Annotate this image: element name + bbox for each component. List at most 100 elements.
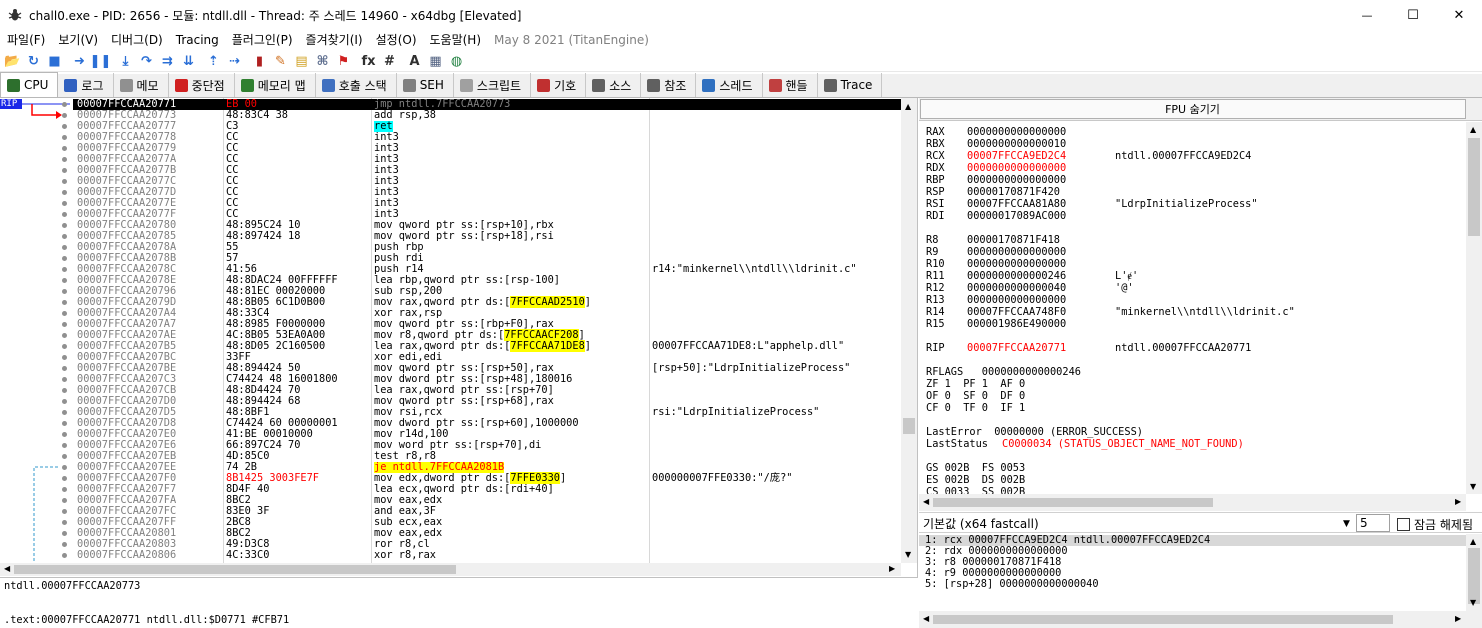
disasm-row[interactable]: 00007FFCCAA2077A CC int3 xyxy=(73,154,901,165)
disasm-row[interactable]: 00007FFCCAA20785 48:897424 18 mov qword pt… xyxy=(73,231,901,242)
breakpoint-dot[interactable] xyxy=(62,542,67,547)
tab-source[interactable]: 소스 xyxy=(586,73,642,97)
trace-over-button[interactable]: ⇊ xyxy=(178,51,199,71)
breakpoint-dot[interactable] xyxy=(62,124,67,129)
breakpoint-dot[interactable] xyxy=(62,465,67,470)
tab-breakpoints[interactable]: 중단점 xyxy=(169,73,235,97)
restart-button[interactable]: ↻ xyxy=(23,51,44,71)
flags-line[interactable]: CF 0 TF 0 IF 1 xyxy=(926,402,1025,414)
trace-into-button[interactable]: ⇉ xyxy=(157,51,178,71)
breakpoint-dot[interactable] xyxy=(62,553,67,558)
breakpoint-dot[interactable] xyxy=(62,113,67,118)
tab-script[interactable]: 스크립트 xyxy=(454,73,532,97)
register-value[interactable]: 00000170871F420 xyxy=(967,186,1060,198)
disasm-row[interactable]: 00007FFCCAA2077C CC int3 xyxy=(73,176,901,187)
register-value[interactable]: 0000000000000000 xyxy=(967,246,1066,258)
breakpoint-dot[interactable] xyxy=(62,201,67,206)
minimize-button[interactable]: — xyxy=(1344,0,1390,30)
disasm-row[interactable]: 00007FFCCAA20778 CC int3 xyxy=(73,132,901,143)
patch-button[interactable]: ✎ xyxy=(270,51,291,71)
close-button[interactable]: ✕ xyxy=(1436,0,1482,30)
hide-fpu-button[interactable]: FPU 숨기기 xyxy=(919,99,1466,119)
disasm-row[interactable]: 00007FFCCAA20801 8BC2 mov eax,edx xyxy=(73,528,901,539)
register-value[interactable]: 0000000000000000 xyxy=(967,126,1066,138)
breakpoint-dot[interactable] xyxy=(62,256,67,261)
breakpoint-dot[interactable] xyxy=(62,421,67,426)
labels-button[interactable]: ⌘ xyxy=(312,51,333,71)
disassembly-gutter[interactable]: RIP xyxy=(0,98,73,563)
menu-debug[interactable]: 디버그(D) xyxy=(106,30,171,50)
memory-button[interactable]: ▮ xyxy=(249,51,270,71)
register-value[interactable]: 00007FFCCA9ED2C4 xyxy=(967,150,1066,162)
breakpoint-dot[interactable] xyxy=(62,146,67,151)
breakpoint-dot[interactable] xyxy=(62,135,67,140)
register-value[interactable]: 0000000000000000 xyxy=(967,258,1066,270)
breakpoint-dot[interactable] xyxy=(62,311,67,316)
breakpoint-dot[interactable] xyxy=(62,399,67,404)
breakpoint-dot[interactable] xyxy=(62,190,67,195)
breakpoint-dot[interactable] xyxy=(62,498,67,503)
register-value[interactable]: 00007FFCCAA748F0 xyxy=(967,306,1066,318)
disasm-row[interactable]: 00007FFCCAA20773 48:83C4 38 add rsp,38 xyxy=(73,110,901,121)
register-horizontal-scrollbar[interactable]: ◀ ▶ xyxy=(919,494,1466,511)
breakpoint-dot[interactable] xyxy=(62,410,67,415)
calling-convention-select[interactable]: 기본값 (x64 fastcall) ▼ xyxy=(921,514,1354,532)
flags-line[interactable]: ZF 1 PF 1 AF 0 xyxy=(926,378,1025,390)
disasm-row[interactable]: 00007FFCCAA2077D CC int3 xyxy=(73,187,901,198)
breakpoint-dot[interactable] xyxy=(62,278,67,283)
menu-view[interactable]: 보기(V) xyxy=(53,30,106,50)
register-value[interactable]: 0000000000000000 xyxy=(967,162,1066,174)
disasm-row[interactable]: 00007FFCCAA207E6 66:897C24 70 mov word ptr… xyxy=(73,440,901,451)
lock-checkbox[interactable]: 잠금 해제됨 xyxy=(1397,516,1473,533)
tab-memory-map[interactable]: 메모리 맵 xyxy=(235,73,316,97)
run-button[interactable]: ➜ xyxy=(69,51,90,71)
breakpoint-dot[interactable] xyxy=(62,476,67,481)
breakpoint-dot[interactable] xyxy=(62,289,67,294)
breakpoint-dot[interactable] xyxy=(62,102,67,107)
register-value[interactable]: 00000170871F418 xyxy=(967,234,1060,246)
arguments-horizontal-scrollbar[interactable]: ◀ ▶ xyxy=(919,611,1466,628)
open-button[interactable]: 📂 xyxy=(2,51,23,71)
tab-notes[interactable]: 메모 xyxy=(114,73,169,97)
functions-button[interactable]: fx xyxy=(358,51,379,71)
disasm-row[interactable]: 00007FFCCAA2078E 48:8DAC24 00FFFFFF lea rb… xyxy=(73,275,901,286)
breakpoint-dot[interactable] xyxy=(62,344,67,349)
breakpoint-dot[interactable] xyxy=(62,454,67,459)
tab-seh[interactable]: SEH xyxy=(397,73,454,97)
breakpoint-dot[interactable] xyxy=(62,509,67,514)
breakpoint-dot[interactable] xyxy=(62,300,67,305)
disassembly-vertical-scrollbar[interactable]: ▲ ▼ xyxy=(901,98,917,563)
calculator-button[interactable]: ▦ xyxy=(425,51,446,71)
comments-button[interactable]: ▤ xyxy=(291,51,312,71)
breakpoint-dot[interactable] xyxy=(62,377,67,382)
breakpoint-dot[interactable] xyxy=(62,212,67,217)
breakpoint-dot[interactable] xyxy=(62,388,67,393)
menu-favourites[interactable]: 즐겨찾기(I) xyxy=(301,30,371,50)
disasm-row[interactable]: 00007FFCCAA20771 EB 00 jmp ntdll.7FFCCAA20… xyxy=(73,99,901,110)
breakpoint-dot[interactable] xyxy=(62,168,67,173)
disasm-row[interactable]: 00007FFCCAA2077E CC int3 xyxy=(73,198,901,209)
pause-button[interactable]: ❚❚ xyxy=(90,51,112,71)
tab-call-stack[interactable]: 호출 스택 xyxy=(316,73,397,97)
menu-options[interactable]: 설정(O) xyxy=(371,30,425,50)
breakpoint-dot[interactable] xyxy=(62,245,67,250)
disasm-row[interactable]: 00007FFCCAA207FC 83E0 3F and eax,3F xyxy=(73,506,901,517)
breakpoint-dot[interactable] xyxy=(62,179,67,184)
disasm-row[interactable]: 00007FFCCAA2077B CC int3 xyxy=(73,165,901,176)
breakpoint-dot[interactable] xyxy=(62,322,67,327)
disasm-row[interactable]: 00007FFCCAA207B5 48:8D05 2C160500 lea rax,… xyxy=(73,340,901,352)
breakpoint-dot[interactable] xyxy=(62,487,67,492)
stop-button[interactable]: ■ xyxy=(44,51,65,71)
tab-threads[interactable]: 스레드 xyxy=(696,73,763,97)
breakpoint-dot[interactable] xyxy=(62,520,67,525)
breakpoint-dot[interactable] xyxy=(62,366,67,371)
execute-till-return-button[interactable]: ⇡ xyxy=(203,51,224,71)
tab-log[interactable]: 로그 xyxy=(58,73,114,97)
globe-button[interactable]: ◍ xyxy=(446,51,467,71)
tab-references[interactable]: 참조 xyxy=(641,73,697,97)
breakpoint-dot[interactable] xyxy=(62,267,67,272)
arguments-vertical-scrollbar[interactable]: ▲ ▼ xyxy=(1466,534,1482,628)
menu-file[interactable]: 파일(F) xyxy=(2,30,53,50)
register-value[interactable]: 000001986E490000 xyxy=(967,318,1066,330)
register-value[interactable]: 0000000000000000 xyxy=(967,294,1066,306)
